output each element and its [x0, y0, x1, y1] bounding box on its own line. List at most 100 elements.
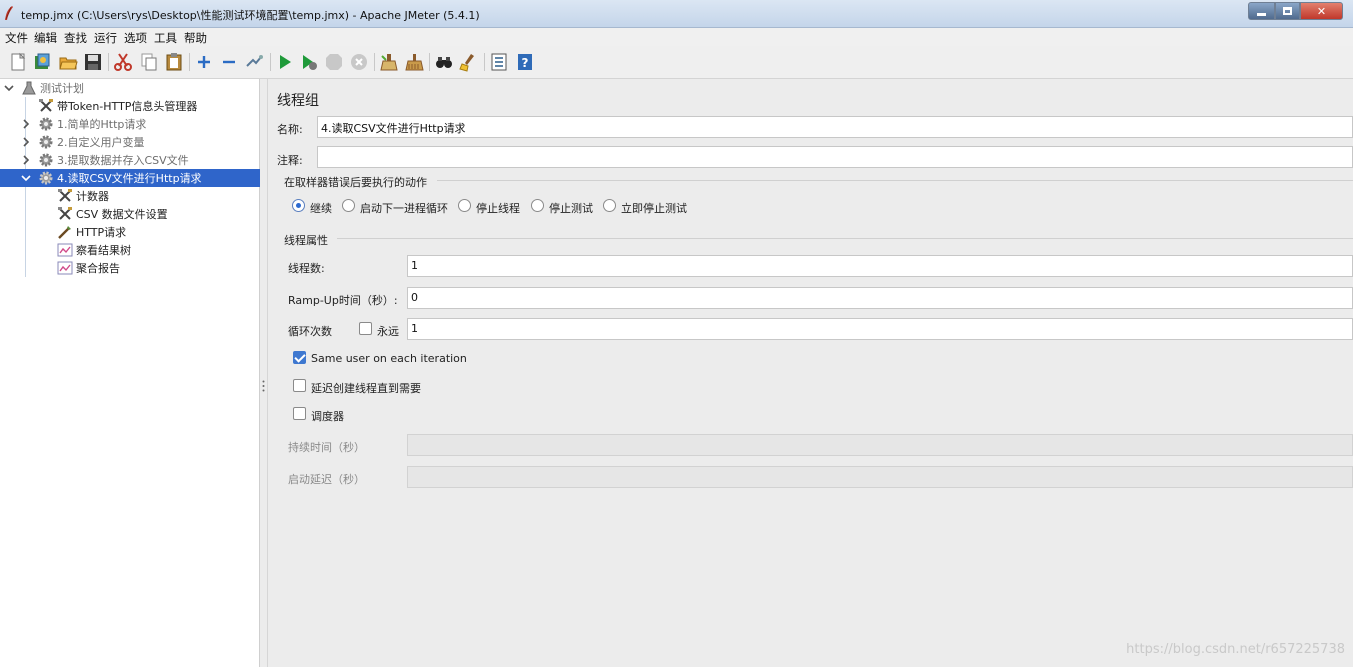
tree-item-thread-group-3[interactable]: 3.提取数据并存入CSV文件	[0, 151, 260, 169]
stop-icon	[326, 54, 342, 70]
open-icon	[59, 57, 78, 70]
radio-stop-test-now-label: 立即停止测试	[621, 202, 687, 215]
open-button[interactable]	[58, 52, 78, 72]
rampup-field[interactable]: 0	[407, 287, 1353, 309]
close-button[interactable]: ✕	[1300, 2, 1343, 20]
copy-icon	[141, 53, 157, 71]
split-pane-divider[interactable]	[260, 79, 268, 667]
expand-icon	[198, 56, 210, 68]
watermark: https://blog.csdn.net/r657225738	[1126, 642, 1345, 657]
thread-group-icon	[38, 152, 54, 168]
menu-options[interactable]: 选项	[124, 30, 147, 46]
maximize-button[interactable]	[1275, 2, 1300, 20]
clear-all-button[interactable]	[404, 52, 424, 72]
toolbar: ?	[0, 46, 1353, 79]
test-plan-icon	[21, 80, 37, 96]
radio-stop-test-now[interactable]	[603, 199, 616, 212]
same-user-checkbox[interactable]	[293, 351, 306, 364]
test-plan-tree: 测试计划 带Token-HTTP信息头管理器 1.简单的Http请求 2.自定义…	[0, 79, 260, 667]
tree-item-csv-config[interactable]: CSV 数据文件设置	[0, 205, 260, 223]
threads-field[interactable]: 1	[407, 255, 1353, 277]
radio-stop-test[interactable]	[531, 199, 544, 212]
thread-group-icon	[38, 134, 54, 150]
tree-item-label: 3.提取数据并存入CSV文件	[57, 154, 189, 167]
tree-item-label: 4.读取CSV文件进行Http请求	[57, 172, 202, 185]
minimize-button[interactable]	[1248, 2, 1275, 20]
chevron-right-icon	[23, 155, 30, 165]
tree-item-label: HTTP请求	[76, 226, 127, 239]
drag-handle-icon	[262, 380, 265, 392]
start-icon	[280, 55, 291, 69]
tree-item-results-tree[interactable]: 察看结果树	[0, 241, 260, 259]
delay-thread-creation-checkbox[interactable]	[293, 379, 306, 392]
forever-checkbox[interactable]	[359, 322, 372, 335]
toolbar-separator	[270, 53, 271, 71]
thread-group-icon	[38, 116, 54, 132]
tree-item-header-manager[interactable]: 带Token-HTTP信息头管理器	[0, 97, 260, 115]
section-divider	[337, 238, 1353, 239]
collapse-icon	[223, 60, 235, 64]
expand-button[interactable]	[194, 52, 214, 72]
start-no-pause-button[interactable]	[299, 52, 319, 72]
tree-item-aggregate-report[interactable]: 聚合报告	[0, 259, 260, 277]
paste-button[interactable]	[164, 52, 184, 72]
radio-stop-test-label: 停止测试	[549, 202, 593, 215]
same-user-label: Same user on each iteration	[311, 352, 467, 365]
shutdown-button[interactable]	[349, 52, 369, 72]
toolbar-separator	[108, 53, 109, 71]
duration-label: 持续时间（秒）	[288, 441, 365, 454]
tree-item-counter[interactable]: 计数器	[0, 187, 260, 205]
clear-all-icon	[405, 54, 424, 71]
jmeter-feather-icon	[5, 6, 13, 20]
menu-tools[interactable]: 工具	[154, 30, 177, 46]
comment-field[interactable]	[317, 146, 1353, 168]
function-helper-button[interactable]	[489, 52, 509, 72]
scheduler-label: 调度器	[311, 410, 344, 423]
maximize-icon	[1283, 7, 1292, 15]
help-button[interactable]: ?	[515, 52, 535, 72]
menu-help[interactable]: 帮助	[184, 30, 207, 46]
reset-search-button[interactable]	[459, 52, 479, 72]
copy-button[interactable]	[139, 52, 159, 72]
delay-thread-creation-label: 延迟创建线程直到需要	[311, 382, 421, 395]
startup-delay-field[interactable]	[407, 466, 1353, 488]
cut-button[interactable]	[113, 52, 133, 72]
stop-button[interactable]	[324, 52, 344, 72]
config-icon	[57, 206, 73, 222]
tree-item-test-plan[interactable]: 测试计划	[0, 79, 260, 97]
tree-item-thread-group-2[interactable]: 2.自定义用户变量	[0, 133, 260, 151]
new-icon	[11, 52, 26, 71]
tree-item-thread-group-4[interactable]: 4.读取CSV文件进行Http请求	[0, 169, 260, 187]
tree-item-label: 1.简单的Http请求	[57, 118, 147, 131]
thread-group-panel: 线程组 名称: 4.读取CSV文件进行Http请求 注释: 在取样器错误后要执行…	[269, 79, 1353, 667]
menu-file[interactable]: 文件	[5, 30, 28, 46]
clear-button[interactable]	[379, 52, 399, 72]
collapse-button[interactable]	[219, 52, 239, 72]
search-button[interactable]	[434, 52, 454, 72]
duration-field[interactable]	[407, 434, 1353, 456]
menu-search[interactable]: 查找	[64, 30, 87, 46]
radio-stop-thread[interactable]	[458, 199, 471, 212]
templates-button[interactable]	[32, 52, 52, 72]
tree-item-thread-group-1[interactable]: 1.简单的Http请求	[0, 115, 260, 133]
config-icon	[38, 98, 54, 114]
reset-search-icon	[459, 54, 474, 72]
name-field[interactable]: 4.读取CSV文件进行Http请求	[317, 116, 1353, 138]
panel-title: 线程组	[277, 93, 319, 109]
menu-run[interactable]: 运行	[94, 30, 117, 46]
toolbar-separator	[374, 53, 375, 71]
save-button[interactable]	[83, 52, 103, 72]
menu-edit[interactable]: 编辑	[34, 30, 57, 46]
radio-start-next-loop[interactable]	[342, 199, 355, 212]
radio-continue-label: 继续	[310, 202, 332, 215]
loop-count-field[interactable]: 1	[407, 318, 1353, 340]
tree-item-http-request[interactable]: HTTP请求	[0, 223, 260, 241]
rampup-label: Ramp-Up时间（秒）:	[288, 294, 398, 307]
scheduler-checkbox[interactable]	[293, 407, 306, 420]
chevron-right-icon	[23, 137, 30, 147]
toggle-button[interactable]	[244, 52, 264, 72]
start-button[interactable]	[275, 52, 295, 72]
radio-continue[interactable]	[292, 199, 305, 212]
section-divider	[437, 180, 1353, 181]
new-button[interactable]	[8, 52, 28, 72]
